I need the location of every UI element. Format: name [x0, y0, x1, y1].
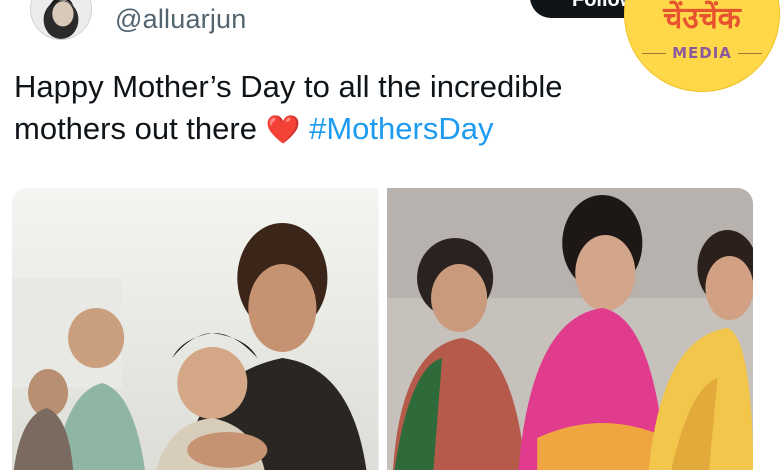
tweet-media-grid	[12, 188, 753, 470]
watermark-subtitle-row: MEDIA	[642, 44, 763, 62]
hashtag-link[interactable]: #MothersDay	[309, 111, 493, 146]
tweet-photo-2[interactable]	[386, 188, 753, 470]
tweet-photo-1[interactable]	[12, 188, 379, 470]
photo-icon	[386, 188, 753, 470]
tweet-text-line-1: Happy Mother’s Day to all the incredible	[14, 69, 563, 104]
tweet-text-line-2-prefix: mothers out there	[14, 111, 257, 146]
tweet-text-line-2: mothers out there ❤️ #MothersDay	[14, 108, 734, 151]
watermark-title: चेंउचेंक	[663, 1, 741, 36]
tweet-author-handle[interactable]: @alluarjun	[115, 4, 246, 35]
tweet-text: Happy Mother’s Day to all the incredible…	[14, 66, 734, 151]
heart-emoji-icon: ❤️	[265, 113, 301, 146]
photo-icon	[12, 188, 379, 470]
divider	[737, 52, 763, 54]
divider	[642, 52, 667, 54]
profile-avatar[interactable]	[30, 0, 92, 40]
avatar-image	[31, 0, 91, 39]
watermark-subtitle: MEDIA	[672, 44, 732, 62]
